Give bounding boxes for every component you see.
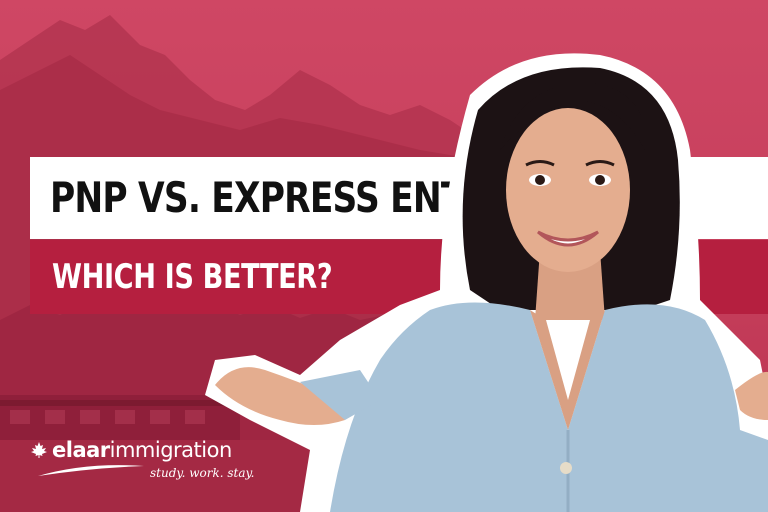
brand-tagline: study. work. stay. [150, 466, 255, 480]
maple-leaf-icon [31, 442, 47, 458]
brand-logo: elaarimmigration study. work. stay. [30, 438, 260, 488]
brand-swoosh [38, 465, 144, 476]
woman-photo [205, 53, 768, 512]
brand-name-regular: immigration [109, 438, 233, 462]
brand-name-bold: elaar [52, 438, 110, 462]
brand-name: elaarimmigration [52, 438, 232, 462]
thumbnail: PNP VS. EXPRESS ENTRY WHICH IS BETTER? e… [0, 0, 768, 512]
